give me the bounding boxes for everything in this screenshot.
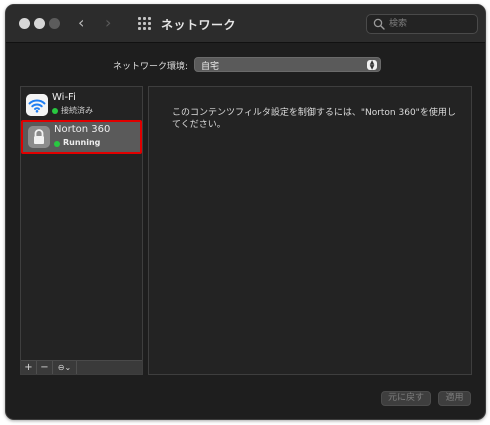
- lock-icon: [28, 126, 50, 148]
- updown-chevron-icon: ▲ ▼: [367, 60, 377, 71]
- detail-pane: このコンテンツフィルタ設定を制御するには、"Norton 360"を使用してくだ…: [148, 86, 472, 375]
- close-window-button[interactable]: [19, 18, 30, 29]
- window-title: ネットワーク: [161, 18, 237, 32]
- show-all-grid-icon[interactable]: [138, 17, 151, 30]
- status-dot: [54, 141, 60, 147]
- wifi-icon: [26, 94, 48, 116]
- remove-service-button[interactable]: −: [37, 361, 53, 374]
- search-input[interactable]: [389, 17, 473, 31]
- service-list-toolbar: + − ⊖⌄: [21, 360, 142, 374]
- location-label: ネットワーク環境:: [113, 62, 189, 72]
- location-value: 自宅: [201, 62, 220, 72]
- service-name: Norton 360: [54, 124, 111, 135]
- zoom-window-button[interactable]: [49, 18, 60, 29]
- service-item-wifi[interactable]: Wi-Fi 接続済み: [21, 91, 142, 121]
- title-bar: ‹ › ネットワーク: [6, 5, 485, 43]
- service-name: Wi-Fi: [52, 92, 76, 103]
- apply-button[interactable]: 適用: [438, 391, 471, 406]
- revert-button[interactable]: 元に戻す: [381, 391, 431, 406]
- search-icon: [373, 18, 385, 30]
- service-status: Running: [63, 138, 101, 147]
- search-field[interactable]: [366, 14, 478, 34]
- service-list: Wi-Fi 接続済み Norton 360 Running + − ⊖⌄: [20, 86, 143, 375]
- action-menu-button[interactable]: ⊖⌄: [53, 361, 77, 374]
- status-dot: [52, 108, 58, 114]
- content-filter-message: このコンテンツフィルタ設定を制御するには、"Norton 360"を使用してくだ…: [172, 108, 456, 130]
- location-select[interactable]: 自宅 ▲ ▼: [194, 57, 381, 72]
- back-icon[interactable]: ‹: [78, 14, 84, 32]
- service-item-norton-360[interactable]: Norton 360 Running: [21, 120, 142, 154]
- forward-icon[interactable]: ›: [105, 14, 111, 32]
- add-service-button[interactable]: +: [21, 361, 37, 374]
- network-preferences-window: ‹ › ネットワーク ネットワーク環境: 自宅 ▲▼ Wi-Fi: [5, 4, 486, 420]
- minimize-window-button[interactable]: [34, 18, 45, 29]
- service-status: 接続済み: [61, 106, 93, 115]
